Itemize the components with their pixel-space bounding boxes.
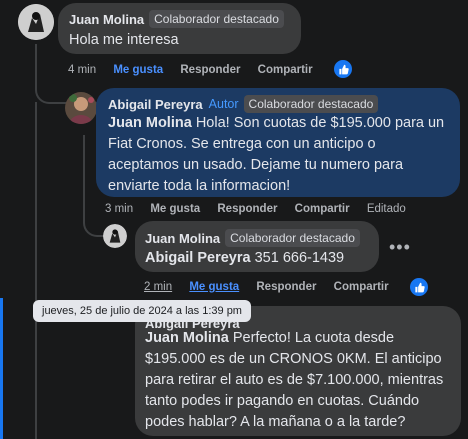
author-label: Autor: [208, 97, 239, 111]
share-button[interactable]: Compartir: [334, 281, 389, 293]
avatar-juan-molina[interactable]: [18, 4, 54, 40]
share-button[interactable]: Compartir: [295, 203, 350, 215]
reaction-like-icon[interactable]: [332, 58, 354, 80]
share-button[interactable]: Compartir: [258, 64, 313, 76]
comment-bubble[interactable]: Juan Molina Colaborador destacado Hola me…: [58, 3, 301, 54]
comment-text: Abigail Pereyra 351 666-1439: [145, 250, 345, 266]
like-button[interactable]: Me gusta: [150, 203, 200, 215]
comment-bubble[interactable]: Juan Molina Colaborador destacado Abigail…: [135, 221, 379, 272]
status-badge: Colaborador destacado: [149, 10, 284, 28]
mention-link[interactable]: Abigail Pereyra: [145, 250, 251, 266]
like-button[interactable]: Me gusta: [189, 281, 239, 293]
comment-actions: 4 min Me gusta Responder Compartir: [68, 64, 327, 76]
reaction-like-icon[interactable]: [408, 276, 430, 298]
status-badge: Colaborador destacado: [243, 95, 379, 113]
comment-actions: 3 min Me gusta Responder Compartir Edita…: [105, 203, 420, 215]
avatar-abigail-pereyra[interactable]: [65, 92, 97, 124]
thread-line-3: [35, 102, 37, 439]
comment-author[interactable]: Abigail Pereyra: [108, 97, 203, 112]
comment-bubble[interactable]: Abigail Pereyra Juan Molina Perfecto! La…: [135, 306, 461, 436]
like-button[interactable]: Me gusta: [113, 64, 163, 76]
comment-author[interactable]: Juan Molina: [145, 231, 220, 246]
more-options-icon[interactable]: •••: [389, 237, 411, 258]
avatar-image-icon: [65, 92, 97, 124]
comment-actions: 2 min Me gusta Responder Compartir: [144, 281, 403, 293]
reply-button[interactable]: Responder: [217, 203, 277, 215]
comment-time[interactable]: 2 min: [144, 281, 172, 293]
avatar-juan-molina[interactable]: [103, 224, 127, 248]
comment-text: Hola me interesa: [69, 32, 179, 48]
reply-button[interactable]: Responder: [256, 281, 316, 293]
reply-button[interactable]: Responder: [180, 64, 240, 76]
comment-time[interactable]: 4 min: [68, 64, 96, 76]
comment-author[interactable]: Juan Molina: [69, 12, 144, 27]
comment-text: Juan Molina Hola! Son cuotas de $195.000…: [108, 115, 445, 194]
mention-link[interactable]: Juan Molina: [108, 115, 192, 131]
comment-bubble-author[interactable]: Abigail Pereyra Autor Colaborador destacad…: [96, 88, 460, 197]
mention-link[interactable]: Juan Molina: [145, 330, 229, 346]
edited-label: Editado: [366, 203, 406, 215]
status-badge: Colaborador destacado: [225, 229, 360, 247]
focus-indicator: [0, 298, 3, 439]
avatar-image-icon: [18, 4, 54, 40]
timestamp-tooltip: jueves, 25 de julio de 2024 a las 1:39 p…: [33, 300, 251, 322]
comment-text: Juan Molina Perfecto! La cuota desde $19…: [145, 330, 444, 430]
avatar-image-icon: [103, 224, 127, 248]
comment-time[interactable]: 3 min: [105, 203, 133, 215]
